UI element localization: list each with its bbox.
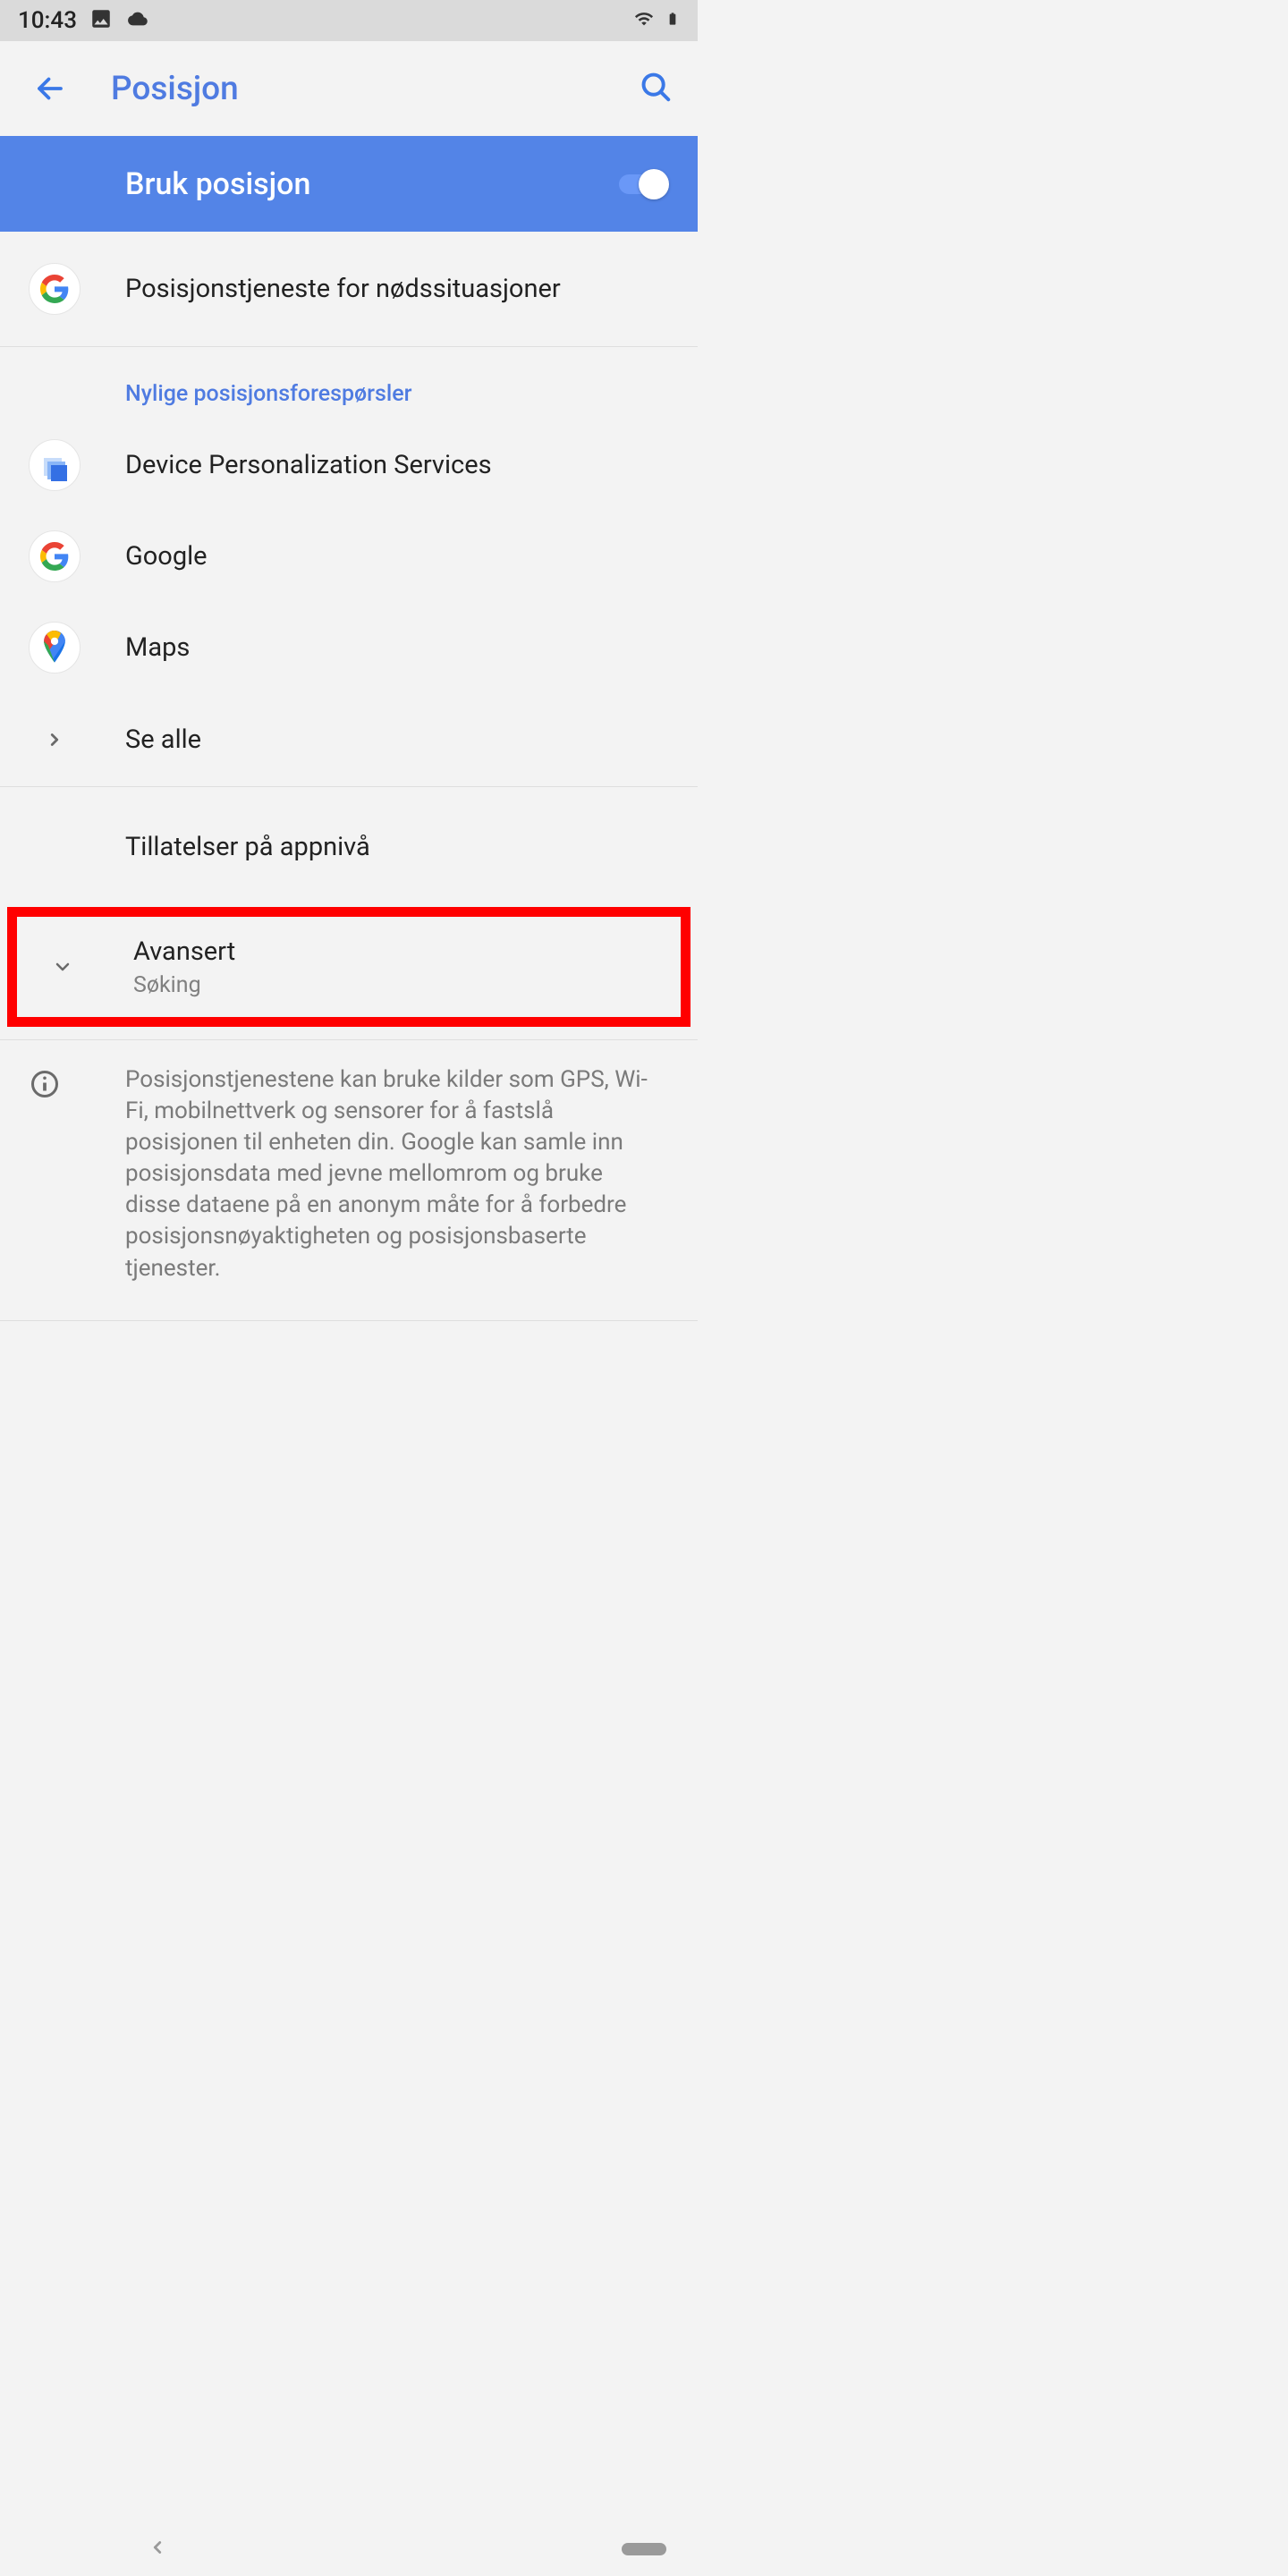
see-all-label: Se alle <box>125 724 669 756</box>
cloud-icon <box>125 9 150 32</box>
emergency-label: Posisjonstjeneste for nødssituasjoner <box>125 273 669 305</box>
info-row: Posisjonstjenestene kan bruke kilder som… <box>0 1040 698 1311</box>
battery-icon <box>665 7 680 34</box>
status-time: 10:43 <box>18 7 77 34</box>
page-title: Posisjon <box>111 70 639 108</box>
emergency-location-row[interactable]: Posisjonstjeneste for nødssituasjoner <box>0 232 698 346</box>
app-label: Device Personalization Services <box>125 449 669 481</box>
advanced-row-highlight: Avansert Søking <box>7 907 691 1027</box>
nav-back-button[interactable] <box>148 2538 167 2561</box>
back-button[interactable] <box>34 72 66 105</box>
recent-requests-header: Nylige posisjonsforespørsler <box>0 347 698 419</box>
app-row-maps[interactable]: Maps <box>0 602 698 693</box>
advanced-subtitle: Søking <box>133 972 661 998</box>
chevron-right-icon <box>29 730 80 750</box>
divider <box>0 1320 698 1321</box>
chevron-down-icon <box>37 956 89 978</box>
master-toggle-switch[interactable] <box>614 170 669 199</box>
info-text: Posisjonstjenestene kan bruke kilder som… <box>125 1064 669 1284</box>
info-icon <box>29 1087 61 1104</box>
image-icon <box>89 7 113 34</box>
advanced-row[interactable]: Avansert Søking <box>17 917 681 1017</box>
system-nav-bar <box>0 2522 1288 2576</box>
app-row-dps[interactable]: Device Personalization Services <box>0 419 698 511</box>
search-button[interactable] <box>639 70 673 107</box>
content-area: Posisjonstjeneste for nødssituasjoner Ny… <box>0 232 698 1321</box>
app-label: Google <box>125 540 669 572</box>
wifi-icon <box>631 9 657 32</box>
google-icon <box>29 530 80 582</box>
nav-home-pill[interactable] <box>622 2543 666 2555</box>
advanced-title: Avansert <box>133 936 661 968</box>
status-bar: 10:43 <box>0 0 698 41</box>
google-icon <box>29 263 80 315</box>
app-row-google[interactable]: Google <box>0 511 698 602</box>
app-permissions-row[interactable]: Tillatelser på appnivå <box>0 787 698 907</box>
master-toggle-row[interactable]: Bruk posisjon <box>0 136 698 232</box>
app-label: Maps <box>125 631 669 664</box>
dps-icon <box>29 439 80 491</box>
master-toggle-label: Bruk posisjon <box>125 166 310 202</box>
see-all-row[interactable]: Se alle <box>0 693 698 786</box>
app-bar: Posisjon <box>0 41 698 136</box>
maps-icon <box>29 622 80 674</box>
